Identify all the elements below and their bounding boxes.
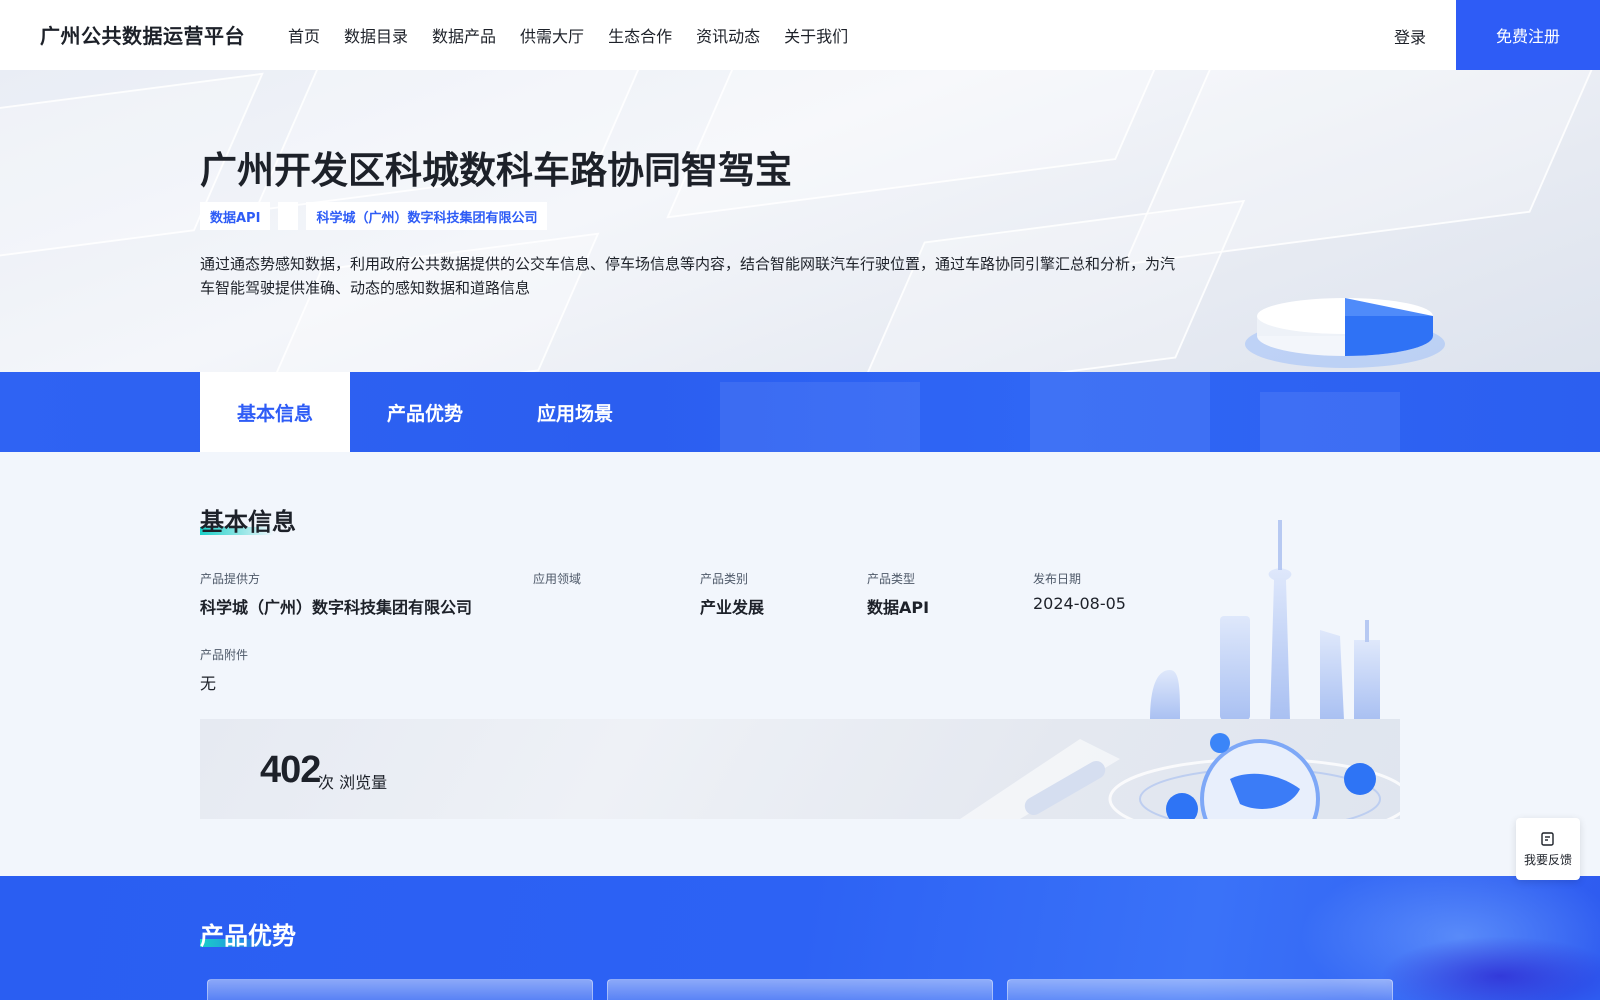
views-unit-label: 次 浏览量 xyxy=(318,773,388,792)
nav-item-supply-demand[interactable]: 供需大厅 xyxy=(520,23,584,47)
nav-item-about[interactable]: 关于我们 xyxy=(784,23,848,47)
globe-illustration xyxy=(960,733,1400,819)
tag-empty xyxy=(278,202,299,230)
login-link[interactable]: 登录 xyxy=(1394,24,1426,48)
tag-provider: 科学城（广州）数字科技集团有限公司 xyxy=(306,202,548,230)
pie-chart-illustration xyxy=(1245,298,1445,368)
date-value: 2024-08-05 xyxy=(1033,594,1126,613)
tag-product-type: 数据API xyxy=(200,202,271,230)
attachment-value: 无 xyxy=(200,674,217,693)
advantage-card xyxy=(607,979,993,1000)
product-tags: 数据API 科学城（广州）数字科技集团有限公司 xyxy=(200,202,555,230)
tab-advantages[interactable]: 产品优势 xyxy=(350,372,500,452)
advantages-section: 产品优势 xyxy=(0,876,1600,1000)
product-title: 广州开发区科城数科车路协同智驾宝 xyxy=(200,149,792,192)
feedback-button[interactable]: 我要反馈 xyxy=(1516,818,1580,880)
nav-item-data-products[interactable]: 数据产品 xyxy=(432,23,496,47)
main-nav: 首页 数据目录 数据产品 供需大厅 生态合作 资讯动态 关于我们 xyxy=(288,0,872,70)
views-count: 402 xyxy=(260,749,321,791)
provider-value: 科学城（广州）数字科技集团有限公司 xyxy=(200,598,473,617)
section-tabs: 基本信息 产品优势 应用场景 xyxy=(0,372,1600,452)
domain-label: 应用领域 xyxy=(533,572,582,586)
views-panel: 402 次 浏览量 xyxy=(200,719,1400,819)
tab-basic-info[interactable]: 基本信息 xyxy=(200,372,350,452)
advantage-card xyxy=(207,979,593,1000)
date-label: 发布日期 xyxy=(1033,572,1082,586)
basic-info-title: 基本信息 xyxy=(200,508,296,536)
category-label: 产品类别 xyxy=(700,572,749,586)
nav-item-news[interactable]: 资讯动态 xyxy=(696,23,760,47)
decor-building xyxy=(720,382,920,452)
register-button[interactable]: 免费注册 xyxy=(1456,0,1600,70)
decor-building xyxy=(1030,372,1210,452)
nav-item-data-catalog[interactable]: 数据目录 xyxy=(344,23,408,47)
decor-building xyxy=(1260,392,1400,452)
city-skyline-illustration xyxy=(1150,520,1380,720)
brand-title[interactable]: 广州公共数据运营平台 xyxy=(40,20,245,49)
top-header: 广州公共数据运营平台 首页 数据目录 数据产品 供需大厅 生态合作 资讯动态 关… xyxy=(0,0,1600,70)
category-value: 产业发展 xyxy=(700,598,765,617)
product-description: 通过通态势感知数据，利用政府公共数据提供的公交车信息、停车场信息等内容，结合智能… xyxy=(200,255,1176,297)
type-label: 产品类型 xyxy=(867,572,916,586)
tab-scenarios[interactable]: 应用场景 xyxy=(500,372,650,452)
advantage-card xyxy=(1007,979,1393,1000)
nav-item-home[interactable]: 首页 xyxy=(288,23,320,47)
feedback-edit-icon xyxy=(1541,831,1554,846)
hero-banner: 广州开发区科城数科车路协同智驾宝 数据API 科学城（广州）数字科技集团有限公司… xyxy=(0,70,1600,372)
provider-label: 产品提供方 xyxy=(200,572,261,586)
advantages-title: 产品优势 xyxy=(200,922,296,950)
type-value: 数据API xyxy=(867,598,930,617)
attachment-label: 产品附件 xyxy=(200,648,249,662)
feedback-label: 我要反馈 xyxy=(1523,852,1572,867)
nav-item-ecosystem[interactable]: 生态合作 xyxy=(608,23,672,47)
